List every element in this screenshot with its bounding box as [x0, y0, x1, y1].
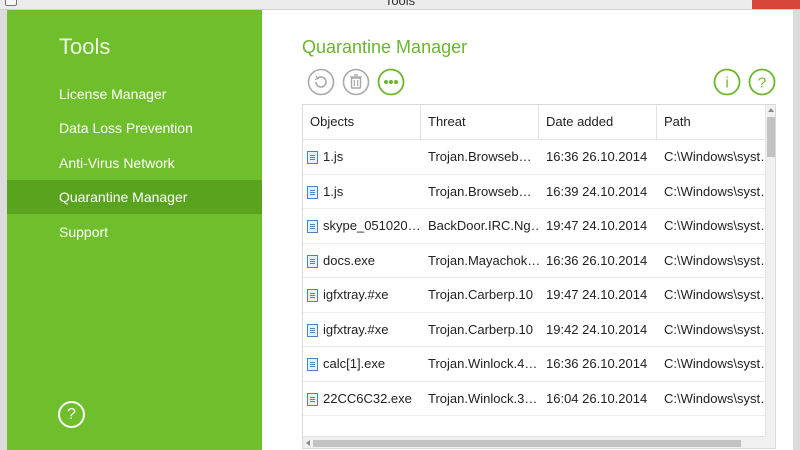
scroll-up-arrow-icon[interactable]	[768, 108, 774, 112]
object-name: 22CC6C32.exe	[323, 390, 412, 406]
object-name: skype_051020…	[323, 218, 421, 233]
main-panel: Quarantine Manager i ? Objects Threat Da…	[262, 10, 793, 450]
table-row[interactable]: skype_051020… BackDoor.IRC.Ng… 19:47 24.10…	[303, 209, 765, 244]
threat-cell: BackDoor.IRC.Ng…	[428, 218, 539, 233]
scrollbar-corner	[765, 436, 775, 448]
file-icon	[307, 220, 318, 233]
horizontal-scrollbar[interactable]	[303, 436, 765, 448]
column-header-date-added[interactable]: Date added	[539, 105, 657, 139]
sidebar-item-support[interactable]: Support	[7, 215, 262, 249]
sidebar: Tools License Manager Data Loss Preventi…	[7, 10, 262, 450]
date-added-cell: 16:36 26.10.2014	[546, 356, 648, 371]
object-name: 1.js	[323, 149, 344, 164]
help-icon[interactable]: ?	[748, 68, 776, 96]
object-cell: calc[1].exe	[303, 347, 421, 381]
file-icon	[307, 392, 318, 406]
table-row[interactable]: 1.js Trojan.Browseb… 16:36 26.10.2014 C:\Wi…	[303, 140, 765, 175]
scroll-left-arrow-icon[interactable]	[306, 440, 310, 446]
table-row[interactable]: 22CC6C32.exe Trojan.Winlock.3… 16:04 26.10…	[303, 382, 765, 416]
sidebar-item-license-manager[interactable]: License Manager	[7, 77, 262, 111]
vertical-scrollbar[interactable]	[765, 105, 775, 436]
sidebar-heading: Tools	[59, 34, 111, 59]
date-added-cell: 16:36 26.10.2014	[546, 252, 648, 268]
file-icon	[307, 358, 318, 371]
object-cell: skype_051020…	[303, 209, 421, 243]
object-name: igfxtray.#xe	[323, 287, 389, 302]
path-cell: C:\Windows\syst…	[664, 356, 765, 371]
path-cell: C:\Windows\syst…	[664, 183, 765, 199]
table-row[interactable]: calc[1].exe Trojan.Winlock.4… 16:36 26.10.…	[303, 347, 765, 382]
horizontal-scroll-thumb[interactable]	[313, 440, 741, 447]
more-icon[interactable]	[377, 68, 405, 96]
threat-cell: Trojan.Browseb…	[428, 149, 532, 164]
object-name: calc[1].exe	[323, 356, 386, 371]
object-cell: igfxtray.#xe	[303, 313, 421, 347]
close-window-button[interactable]	[752, 0, 800, 9]
path-cell: C:\Windows\syst…	[664, 321, 765, 337]
table-row[interactable]: 1.js Trojan.Browseb… 16:39 24.10.2014 C:\Wi…	[303, 175, 765, 209]
date-added-cell: 19:47 24.10.2014	[546, 287, 648, 302]
sidebar-item-data-loss-prevention[interactable]: Data Loss Prevention	[7, 111, 262, 145]
restore-icon[interactable]	[307, 68, 335, 96]
date-added-cell: 19:47 24.10.2014	[546, 218, 648, 233]
page-title: Quarantine Manager	[302, 37, 468, 57]
window-title: Tools	[384, 0, 416, 8]
table-row[interactable]: docs.exe Trojan.Mayachok… 16:36 26.10.2014…	[303, 244, 765, 278]
threat-cell: Trojan.Carberp.10	[428, 321, 534, 337]
object-cell: 1.js	[303, 140, 421, 174]
table-row[interactable]: igfxtray.#xe Trojan.Carberp.10 19:47 24.10…	[303, 278, 765, 313]
date-added-cell: 19:42 24.10.2014	[546, 321, 648, 337]
file-icon	[307, 254, 318, 268]
file-icon	[307, 151, 318, 164]
info-symbol: i	[725, 75, 728, 92]
object-name: 1.js	[323, 183, 344, 199]
vertical-scroll-thumb[interactable]	[767, 117, 775, 157]
threat-cell: Trojan.Winlock.4…	[428, 356, 538, 371]
path-cell: C:\Windows\syst…	[664, 390, 765, 406]
object-cell: 22CC6C32.exe	[303, 382, 421, 416]
object-name: docs.exe	[323, 252, 376, 268]
sidebar-item-quarantine-manager[interactable]: Quarantine Manager	[7, 180, 262, 214]
path-cell: C:\Windows\syst…	[664, 218, 765, 233]
quarantine-table: Objects Threat Date added Path 1.js Troja…	[302, 104, 776, 449]
table-header: Objects Threat Date added Path	[303, 105, 765, 140]
file-icon	[307, 323, 318, 337]
path-cell: C:\Windows\syst…	[664, 149, 765, 164]
threat-cell: Trojan.Winlock.3…	[428, 390, 538, 406]
object-cell: igfxtray.#xe	[303, 278, 421, 312]
object-cell: 1.js	[303, 175, 421, 209]
sidebar-help-icon[interactable]: ?	[58, 401, 85, 428]
window-frame-right	[793, 10, 800, 450]
threat-cell: Trojan.Carberp.10	[428, 287, 534, 302]
object-name: igfxtray.#xe	[323, 321, 389, 337]
object-cell: docs.exe	[303, 244, 421, 278]
file-icon	[307, 289, 318, 302]
path-cell: C:\Windows\syst…	[664, 287, 765, 302]
info-icon[interactable]: i	[713, 68, 741, 96]
date-added-cell: 16:36 26.10.2014	[546, 149, 648, 164]
table-body: 1.js Trojan.Browseb… 16:36 26.10.2014 C:\Wi…	[303, 140, 765, 416]
sidebar-item-anti-virus-network[interactable]: Anti-Virus Network	[7, 146, 262, 180]
help-symbol: ?	[758, 75, 766, 92]
title-bar: Tools	[0, 0, 800, 10]
column-header-threat[interactable]: Threat	[421, 105, 539, 139]
threat-cell: Trojan.Mayachok…	[428, 252, 539, 268]
path-cell: C:\Windows\syst…	[664, 252, 765, 268]
date-added-cell: 16:39 24.10.2014	[546, 183, 648, 199]
delete-icon[interactable]	[342, 68, 370, 96]
column-header-objects[interactable]: Objects	[303, 105, 421, 139]
date-added-cell: 16:04 26.10.2014	[546, 390, 648, 406]
file-icon	[307, 185, 318, 199]
threat-cell: Trojan.Browseb…	[428, 183, 532, 199]
window-frame-left	[0, 10, 7, 450]
column-header-path[interactable]: Path	[657, 105, 765, 139]
table-row[interactable]: igfxtray.#xe Trojan.Carberp.10 19:42 24.10…	[303, 313, 765, 347]
